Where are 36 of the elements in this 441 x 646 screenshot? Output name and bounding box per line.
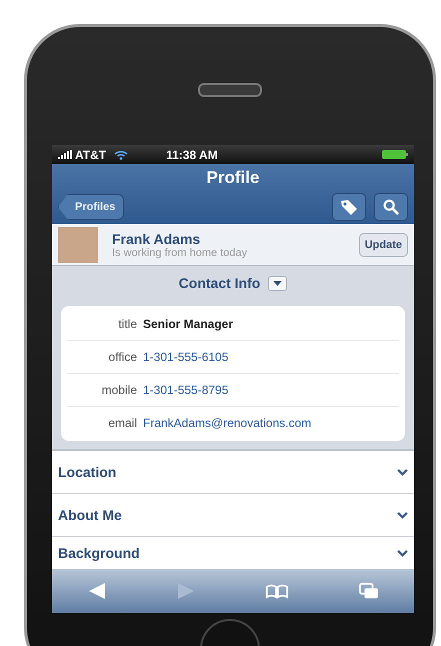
profile-status: Is working from home today: [112, 246, 248, 258]
profile-name: Frank Adams: [112, 230, 202, 246]
collapsible-section[interactable]: Location: [52, 451, 414, 494]
contact-link[interactable]: FrankAdams@renovations.com: [143, 416, 312, 430]
search-button[interactable]: [374, 193, 408, 221]
signal-icon: [58, 150, 72, 159]
field-label: title: [117, 317, 137, 331]
search-icon: [382, 198, 400, 216]
collapsible-section[interactable]: Background: [52, 537, 414, 569]
caret-icon: [273, 280, 282, 286]
section-title: Contact Info: [178, 275, 260, 291]
page-title: Profile: [206, 168, 260, 188]
bookmarks-icon[interactable]: [264, 584, 288, 598]
battery-icon: [382, 150, 408, 159]
tag-button[interactable]: [332, 193, 366, 221]
pages-icon[interactable]: [358, 582, 380, 600]
contact-link[interactable]: 1-301-555-6105: [143, 350, 228, 364]
tag-icon: [339, 197, 359, 217]
speaker-grille: [198, 83, 262, 97]
field-value: Senior Manager: [143, 317, 234, 331]
update-button[interactable]: Update: [358, 232, 408, 256]
field-label: mobile: [100, 383, 137, 397]
wifi-icon: [114, 150, 128, 160]
avatar-placeholder: [58, 226, 98, 262]
carrier-name: AT&T: [75, 148, 106, 162]
clock-time: 11:38 AM: [166, 148, 219, 162]
chevron-icon: [397, 512, 408, 518]
chevron-icon: [397, 468, 408, 476]
chevron-icon: [397, 550, 408, 556]
back-arrow-icon[interactable]: [86, 582, 106, 600]
back-button[interactable]: Profiles: [58, 194, 124, 220]
dropdown-button[interactable]: [268, 276, 288, 290]
collapsible-section[interactable]: About Me: [52, 494, 414, 537]
field-label: email: [107, 416, 137, 430]
field-label: office: [108, 350, 137, 364]
contact-link[interactable]: 1-301-555-8795: [143, 383, 228, 397]
